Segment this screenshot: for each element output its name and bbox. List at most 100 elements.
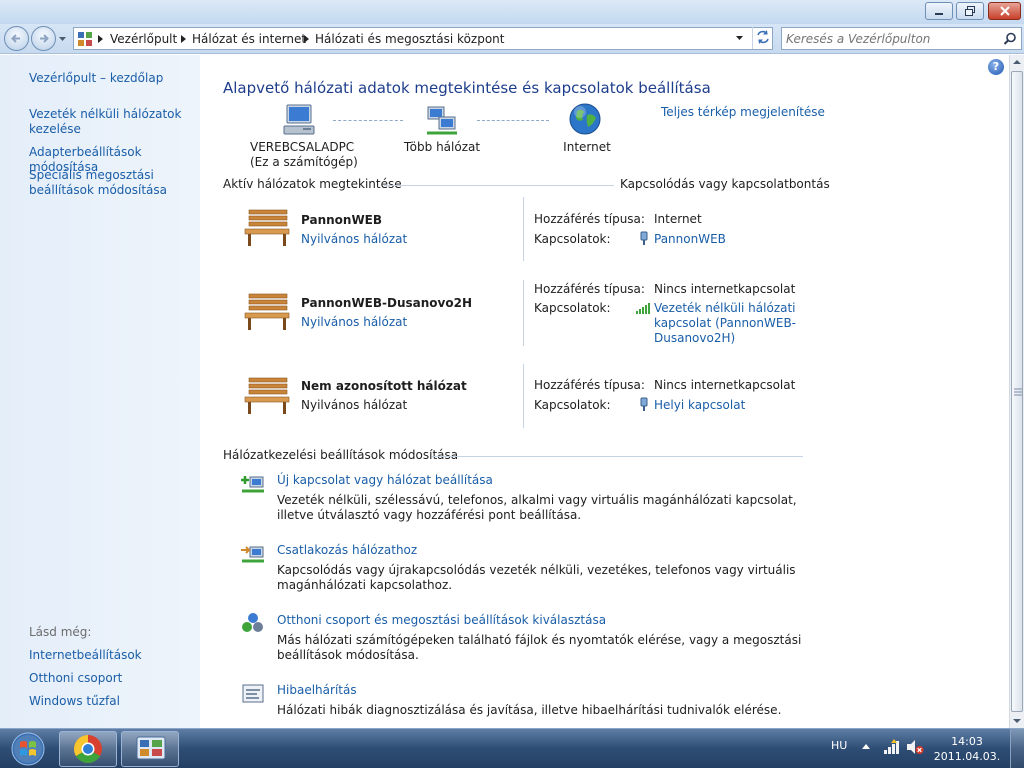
homegroup-sharing-link[interactable]: Otthoni csoport és megosztási beállításo…	[277, 613, 606, 627]
back-button[interactable]	[4, 26, 29, 51]
scroll-down-icon[interactable]	[1010, 713, 1024, 728]
troubleshoot-link[interactable]: Hibaelhárítás	[277, 683, 357, 697]
public-network-bench-icon[interactable]	[242, 291, 292, 333]
wifi-signal-icon	[636, 303, 650, 314]
back-arrow-icon	[11, 34, 20, 43]
volume-muted-icon[interactable]	[906, 739, 924, 755]
access-type-label: Hozzáférés típusa:	[534, 378, 645, 392]
change-settings-heading: Hálózatkezelési beállítások módosítása	[223, 448, 459, 462]
scroll-up-icon[interactable]	[1010, 55, 1024, 70]
sidebar-item-internet-options[interactable]: Internetbeállítások	[29, 648, 199, 663]
new-connection-description: Vezeték nélküli, szélessávú, telefonos, …	[277, 493, 797, 522]
clock-time[interactable]: 14:03	[930, 735, 1004, 748]
sidebar-item-manage-wireless[interactable]: Vezeték nélküli hálózatok kezelése	[29, 107, 189, 137]
connect-network-link[interactable]: Csatlakozás hálózathoz	[277, 543, 417, 557]
maximize-button[interactable]	[956, 2, 984, 20]
show-desktop-button[interactable]	[1010, 729, 1024, 768]
search-input[interactable]	[786, 31, 996, 46]
divider	[523, 197, 524, 261]
sidebar-item-advanced-sharing[interactable]: Speciális megosztási beállítások módosít…	[29, 168, 169, 198]
public-network-bench-icon[interactable]	[242, 207, 292, 249]
control-panel-icon	[136, 736, 166, 760]
start-button-icon[interactable]	[6, 731, 50, 767]
ethernet-plug-icon	[640, 231, 648, 245]
breadcrumb-separator-icon[interactable]	[98, 35, 103, 43]
breadcrumb-separator-icon[interactable]	[181, 35, 186, 43]
refresh-button[interactable]	[752, 27, 774, 49]
search-icon[interactable]	[1003, 32, 1017, 46]
sidebar-item-windows-firewall[interactable]: Windows tűzfal	[29, 694, 199, 709]
minimize-icon	[935, 13, 943, 15]
clock-date[interactable]: 2011.04.03.	[930, 750, 1004, 763]
connections-label: Kapcsolatok:	[534, 301, 611, 315]
taskbar-chrome-app[interactable]	[59, 731, 117, 767]
map-connector	[477, 120, 549, 121]
address-bar[interactable]: Vezérlőpult Hálózat és internet Hálózati…	[73, 27, 773, 50]
access-type-value: Nincs internetkapcsolat	[654, 282, 796, 296]
active-networks-heading: Aktív hálózatok megtekintése	[223, 177, 402, 191]
homegroup-icon[interactable]	[241, 612, 265, 634]
public-network-bench-icon[interactable]	[242, 375, 292, 417]
taskbar-control-panel-app[interactable]	[121, 731, 179, 767]
minimize-button[interactable]	[925, 2, 953, 20]
forward-button[interactable]	[31, 26, 56, 51]
network-type-link[interactable]: Nyilvános hálózat	[301, 315, 407, 329]
divider	[523, 280, 524, 346]
access-type-label: Hozzáférés típusa:	[534, 282, 645, 296]
ethernet-plug-icon	[640, 397, 648, 411]
navigation-bar: Vezérlőpult Hálózat és internet Hálózati…	[0, 24, 1024, 54]
access-type-value: Internet	[654, 212, 702, 226]
full-map-link[interactable]: Teljes térkép megjelenítése	[661, 105, 825, 119]
network-name: PannonWEB-Dusanovo2H	[301, 296, 472, 310]
restore-icon	[965, 6, 975, 16]
breadcrumb-network-sharing-center[interactable]: Hálózati és megosztási központ	[315, 32, 504, 46]
new-connection-icon[interactable]	[241, 473, 265, 495]
taskbar: HU 14:03 2011.04.03.	[0, 728, 1024, 768]
connection-link[interactable]: Vezeték nélküli hálózati kapcsolat (Pann…	[654, 301, 804, 346]
connections-label: Kapcsolatok:	[534, 398, 611, 412]
network-name: PannonWEB	[301, 213, 383, 227]
multiple-networks-icon[interactable]	[425, 103, 459, 137]
connection-link[interactable]: Helyi kapcsolat	[654, 398, 745, 413]
see-also-heading: Lásd még:	[29, 625, 92, 639]
network-type-label: Nyilvános hálózat	[301, 398, 408, 412]
scroll-thumb[interactable]	[1011, 71, 1023, 712]
vertical-scrollbar[interactable]	[1009, 55, 1024, 728]
connect-network-icon[interactable]	[241, 543, 265, 565]
access-type-label: Hozzáférés típusa:	[534, 212, 645, 226]
recent-pages-dropdown-icon[interactable]	[58, 35, 67, 43]
breadcrumb-network-internet[interactable]: Hálózat és internet	[192, 32, 306, 46]
divider	[384, 185, 614, 186]
input-language-indicator[interactable]: HU	[831, 739, 847, 752]
breadcrumb-separator-icon[interactable]	[304, 35, 309, 43]
sidebar-item-homegroup[interactable]: Otthoni csoport	[29, 671, 199, 686]
troubleshoot-icon[interactable]	[241, 683, 265, 705]
access-type-value: Nincs internetkapcsolat	[654, 378, 796, 392]
troubleshoot-description: Hálózati hibák diagnosztizálása és javít…	[277, 703, 782, 717]
close-button[interactable]	[988, 2, 1021, 20]
computer-icon[interactable]	[281, 103, 317, 137]
globe-icon[interactable]	[569, 103, 601, 135]
page-title: Alapvető hálózati adatok megtekintése és…	[223, 79, 711, 97]
window-title-bar[interactable]	[0, 0, 1024, 24]
connection-link[interactable]: PannonWEB	[654, 232, 726, 247]
internet-label: Internet	[563, 140, 611, 154]
show-hidden-icons-icon[interactable]	[861, 742, 871, 750]
address-dropdown-icon[interactable]	[735, 34, 744, 42]
sidebar-item-control-panel-home[interactable]: Vezérlőpult – kezdőlap	[29, 71, 199, 86]
help-button[interactable]: ?	[988, 59, 1004, 75]
network-type-link[interactable]: Nyilvános hálózat	[301, 232, 407, 246]
new-connection-link[interactable]: Új kapcsolat vagy hálózat beállítása	[277, 473, 493, 487]
forward-arrow-icon	[40, 34, 49, 43]
connect-disconnect-link[interactable]: Kapcsolódás vagy kapcsolatbontás	[620, 177, 830, 191]
search-box[interactable]	[781, 27, 1022, 50]
divider	[432, 456, 803, 457]
homegroup-sharing-description: Más hálózati számítógépeken található fá…	[277, 633, 802, 662]
control-panel-icon	[78, 32, 92, 46]
computer-subtitle: (Ez a számítógép)	[250, 155, 358, 169]
computer-name: VEREBCSALADPC	[250, 140, 355, 154]
network-tray-icon[interactable]	[883, 739, 901, 755]
network-name: Nem azonosított hálózat	[301, 379, 467, 393]
breadcrumb-control-panel[interactable]: Vezérlőpult	[110, 32, 177, 46]
close-icon	[999, 6, 1010, 16]
